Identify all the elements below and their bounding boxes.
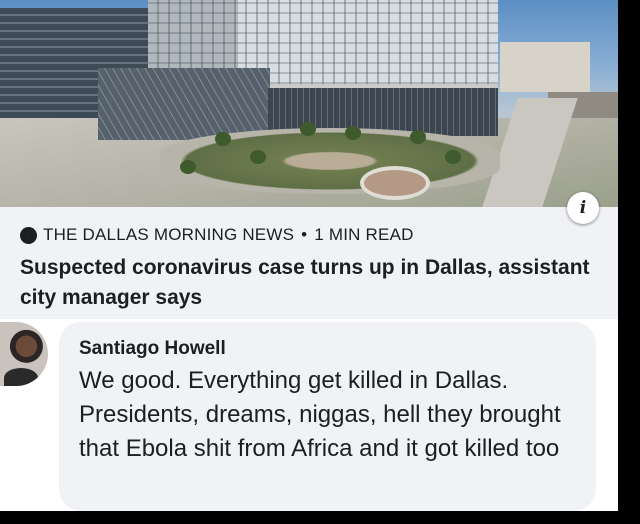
comment-text: We good. Everything get killed in Dallas… [79, 367, 561, 462]
compass-icon [20, 226, 37, 244]
photo-building-right [500, 42, 590, 92]
read-time: 1 MIN READ [314, 225, 414, 244]
article-headline[interactable]: Suspected coronavirus case turns up in D… [20, 253, 600, 313]
link-preview-info[interactable]: THE DALLAS MORNING NEWS • 1 MIN READ Sus… [0, 207, 618, 319]
photo-tree [445, 150, 461, 164]
avatar[interactable] [0, 322, 48, 386]
photo-fountain [360, 166, 430, 200]
photo-tree [215, 132, 231, 146]
photo-tree [180, 160, 196, 174]
photo-tree [300, 122, 316, 136]
photo-tree [410, 130, 426, 144]
separator-dot: • [301, 225, 308, 244]
photo-glass-building [98, 68, 270, 140]
source-row: THE DALLAS MORNING NEWS • 1 MIN READ [20, 225, 414, 245]
article-photo[interactable] [0, 0, 618, 207]
photo-tree [345, 126, 361, 140]
comment-author[interactable]: Santiago Howell [79, 338, 226, 360]
facebook-post-screenshot: i THE DALLAS MORNING NEWS • 1 MIN READ S… [0, 0, 618, 511]
photo-tree [250, 150, 266, 164]
comment-bubble: Santiago Howell We good. Everything get … [59, 322, 596, 511]
source-name: THE DALLAS MORNING NEWS [43, 225, 295, 244]
info-icon[interactable]: i [567, 192, 599, 224]
avatar-shirt [4, 368, 38, 386]
